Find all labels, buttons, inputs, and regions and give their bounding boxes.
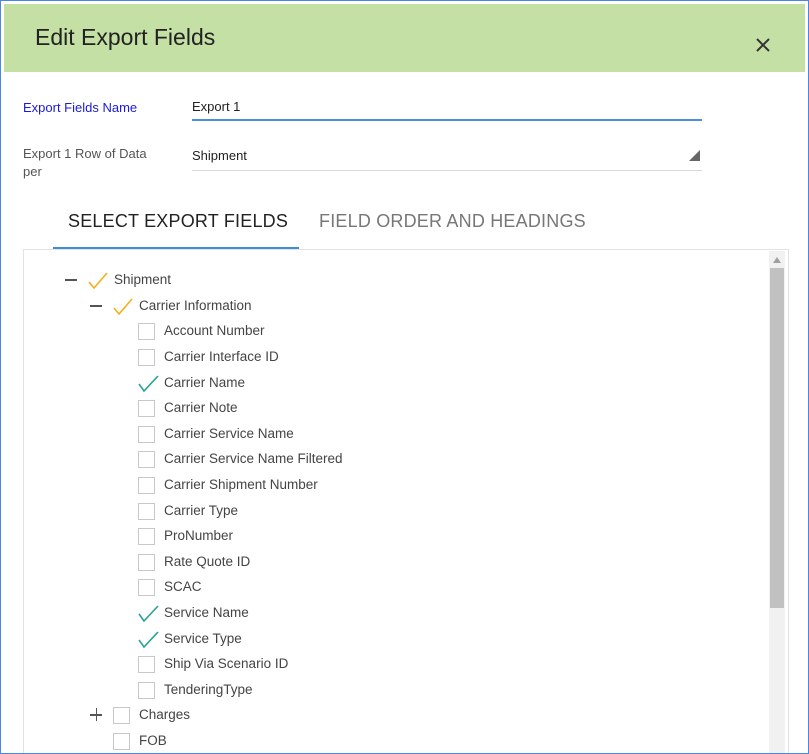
checkbox[interactable]: [138, 451, 155, 468]
tree-leaf-carrier-note[interactable]: Carrier Note: [138, 397, 388, 419]
scroll-up-arrow-icon[interactable]: [773, 257, 781, 263]
tree-leaf-label: Carrier Service Name: [164, 426, 294, 441]
row-of-data-value: Shipment: [192, 148, 247, 163]
partial-check-icon[interactable]: [112, 297, 133, 316]
tree-node-label: Charges: [139, 707, 191, 722]
checkbox[interactable]: [138, 528, 155, 545]
tree-leaf-label: Rate Quote ID: [164, 554, 251, 569]
tree-leaf-label: Service Name: [164, 605, 249, 620]
tree-leaf-carrier-service-name-filtered[interactable]: Carrier Service Name Filtered: [138, 448, 388, 470]
tree-leaf-carrier-service-name[interactable]: Carrier Service Name: [138, 423, 388, 445]
check-icon[interactable]: [138, 630, 159, 649]
tree-leaf-tenderingtype[interactable]: TenderingType: [138, 679, 388, 701]
tree-leaf-label: Carrier Name: [164, 375, 246, 390]
dialog-title: Edit Export Fields: [35, 24, 216, 50]
tab-select-export-fields[interactable]: SELECT EXPORT FIELDS: [68, 211, 288, 232]
checkbox[interactable]: [113, 733, 130, 750]
tree-leaf-carrier-interface-id[interactable]: Carrier Interface ID: [138, 346, 388, 368]
tree-leaf-carrier-type[interactable]: Carrier Type: [138, 500, 388, 522]
row-of-data-select[interactable]: Shipment: [192, 139, 702, 171]
tree-leaf-label: Ship Via Scenario ID: [164, 656, 289, 671]
tree-leaf-label: Service Type: [164, 631, 242, 646]
checkbox[interactable]: [138, 477, 155, 494]
tree-leaf-account-number[interactable]: Account Number: [138, 320, 388, 342]
export-fields-name-label: Export Fields Name: [23, 100, 138, 115]
tree-leaf-pronumber[interactable]: ProNumber: [138, 525, 388, 547]
tree-leaf-label: Carrier Service Name Filtered: [164, 451, 343, 466]
checkbox[interactable]: [113, 707, 130, 724]
tree-node-label: Carrier Information: [139, 298, 252, 313]
dialog-header: Edit Export Fields: [4, 4, 805, 72]
export-fields-name-input[interactable]: [192, 93, 702, 121]
partial-check-icon[interactable]: [87, 271, 108, 290]
expand-icon[interactable]: [88, 704, 104, 726]
checkbox[interactable]: [138, 349, 155, 366]
tree-leaf-service-type[interactable]: Service Type: [138, 628, 388, 650]
tree-node-carrier-information[interactable]: Carrier Information: [88, 295, 308, 317]
collapse-icon[interactable]: [88, 295, 104, 317]
check-icon[interactable]: [138, 604, 159, 623]
checkbox[interactable]: [138, 323, 155, 340]
tree-node-charges[interactable]: Charges: [88, 704, 288, 726]
checkbox[interactable]: [138, 426, 155, 443]
checkbox[interactable]: [138, 682, 155, 699]
checkbox[interactable]: [138, 554, 155, 571]
tree-node-shipment[interactable]: Shipment: [63, 269, 263, 291]
check-icon[interactable]: [138, 374, 159, 393]
tree-leaf-label: Carrier Shipment Number: [164, 477, 318, 492]
tree-leaf-carrier-shipment-number[interactable]: Carrier Shipment Number: [138, 474, 388, 496]
dropdown-triangle-icon: [689, 150, 700, 161]
tree-leaf-ship-via-scenario-id[interactable]: Ship Via Scenario ID: [138, 653, 388, 675]
tree-leaf-service-name[interactable]: Service Name: [138, 602, 388, 624]
checkbox[interactable]: [138, 503, 155, 520]
tree-leaf-label: Carrier Note: [164, 400, 238, 415]
tab-field-order-and-headings[interactable]: FIELD ORDER AND HEADINGS: [319, 211, 586, 232]
tree-leaf-label: TenderingType: [164, 682, 253, 697]
row-of-data-label: Export 1 Row of Data per: [23, 146, 147, 179]
tree-leaf-label: Carrier Interface ID: [164, 349, 279, 364]
tree-leaf-scac[interactable]: SCAC: [138, 576, 388, 598]
tree-scrollbar[interactable]: [769, 251, 785, 753]
tree-node-label: FOB: [139, 733, 167, 748]
tree-leaf-label: Carrier Type: [164, 503, 239, 518]
checkbox[interactable]: [138, 656, 155, 673]
tree-leaf-label: Account Number: [164, 323, 265, 338]
close-icon[interactable]: [749, 31, 777, 59]
tree-leaf-carrier-name[interactable]: Carrier Name: [138, 372, 388, 394]
scroll-thumb[interactable]: [770, 268, 784, 608]
tree-leaf-label: SCAC: [164, 579, 202, 594]
checkbox[interactable]: [138, 400, 155, 417]
tree-node-fob[interactable]: FOB: [113, 730, 313, 752]
tree-node-label: Shipment: [114, 272, 172, 287]
edit-export-fields-dialog: Edit Export Fields Export Fields Name Ex…: [0, 0, 809, 754]
tree-leaf-label: ProNumber: [164, 528, 234, 543]
tree-leaf-rate-quote-id[interactable]: Rate Quote ID: [138, 551, 388, 573]
checkbox[interactable]: [138, 579, 155, 596]
collapse-icon[interactable]: [63, 269, 79, 291]
